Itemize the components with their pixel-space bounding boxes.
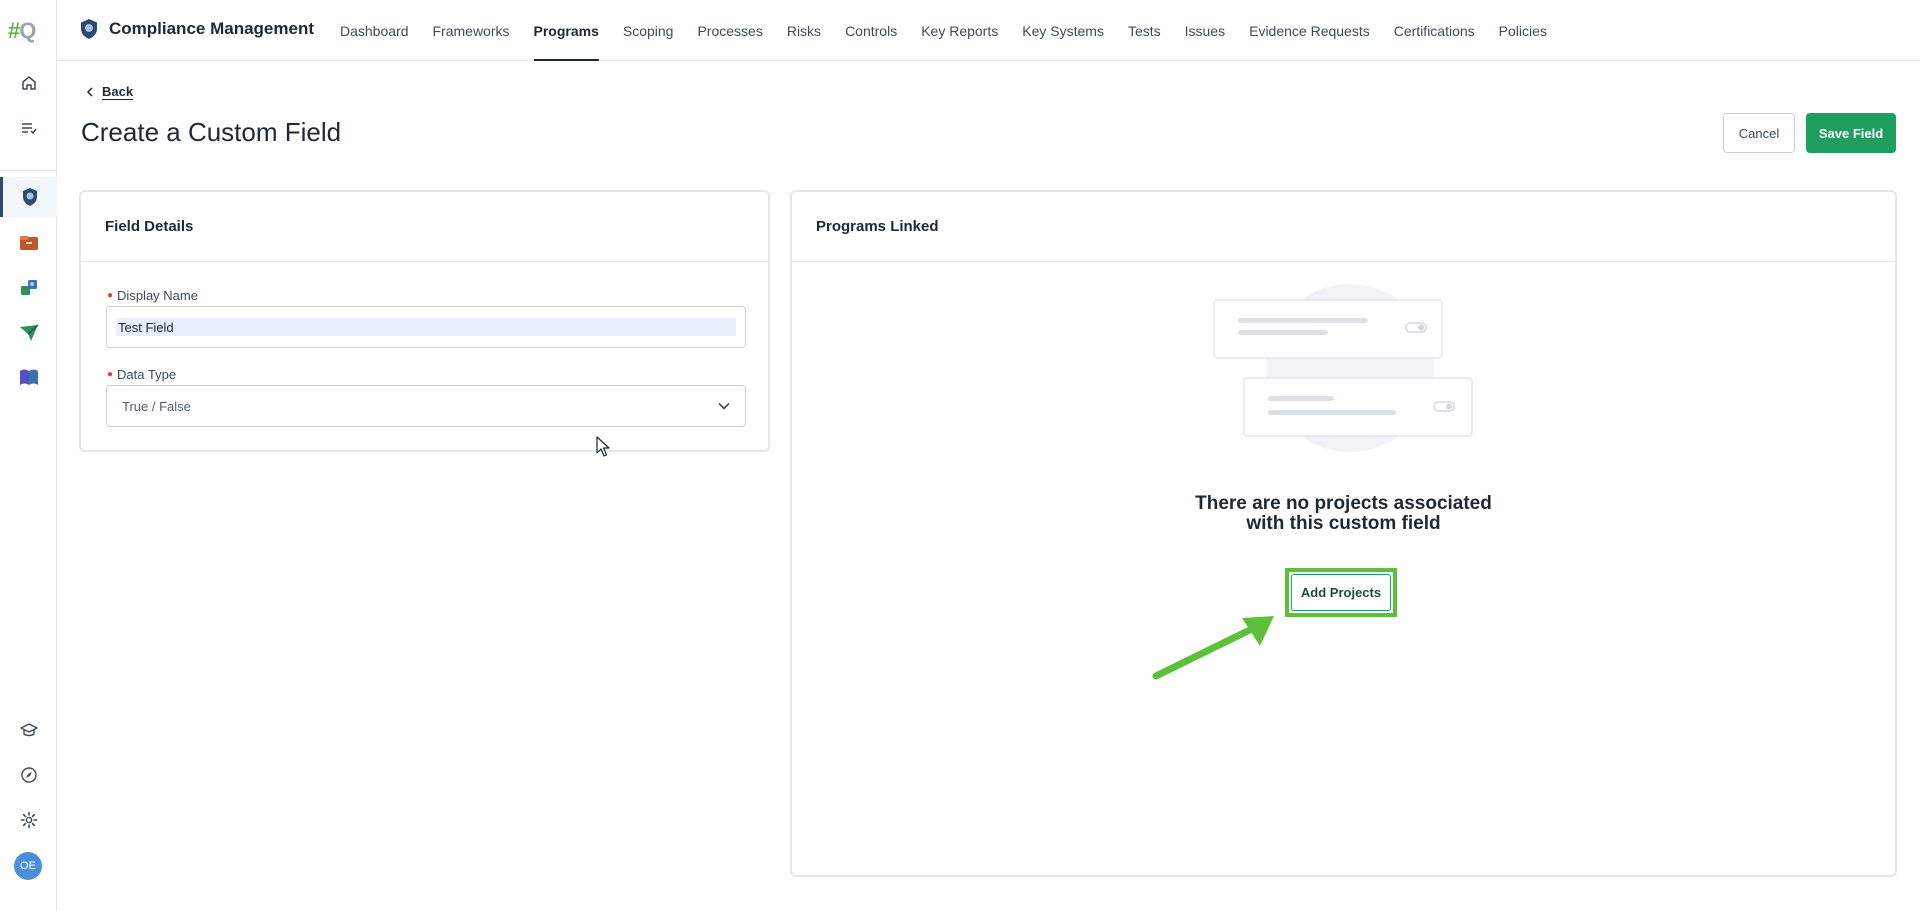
tab-controls[interactable]: Controls (833, 0, 909, 61)
tab-processes[interactable]: Processes (685, 0, 774, 61)
cancel-button[interactable]: Cancel (1723, 113, 1795, 153)
rail-divider (0, 170, 56, 171)
required-marker: ● (107, 290, 114, 301)
tab-key-reports[interactable]: Key Reports (909, 0, 1010, 61)
explore-nav-button[interactable] (0, 755, 57, 795)
graduation-cap-icon (19, 723, 38, 737)
tab-programs[interactable]: Programs (522, 0, 611, 61)
add-projects-highlight: Add Projects (1285, 568, 1397, 617)
gear-icon (20, 811, 37, 829)
programs-linked-card: Programs Linked There are no projects as… (790, 190, 1897, 877)
tab-evidence-requests[interactable]: Evidence Requests (1237, 0, 1382, 61)
user-avatar[interactable]: OE (14, 852, 42, 880)
app-title: Compliance Management (109, 19, 314, 38)
display-name-value: Test Field (116, 318, 736, 336)
folder-icon (19, 236, 38, 250)
learning-nav-button[interactable] (0, 710, 57, 750)
data-type-select[interactable]: True / False (106, 385, 746, 427)
book-icon (19, 369, 38, 385)
requests-nav-button[interactable] (0, 313, 57, 353)
paper-plane-icon (19, 324, 38, 341)
compliance-nav-button[interactable] (0, 177, 57, 217)
integrations-icon (20, 280, 37, 295)
chevron-down-icon (718, 402, 730, 410)
integrations-nav-button[interactable] (0, 268, 57, 308)
tab-dashboard[interactable]: Dashboard (328, 0, 421, 61)
compliance-badge-icon (81, 19, 97, 39)
mouse-cursor-icon (596, 436, 610, 457)
compass-icon (20, 767, 37, 783)
annotation-arrow-icon (1152, 616, 1274, 680)
back-link[interactable]: Back (86, 84, 134, 100)
app-logo[interactable]: #Q (8, 18, 36, 44)
empty-state-illustration (1213, 284, 1473, 452)
left-rail: #Q OE (0, 0, 57, 911)
chevron-left-icon (86, 87, 93, 97)
empty-state-message: There are no projects associated with th… (1195, 493, 1492, 534)
home-icon (21, 76, 36, 90)
data-type-value: True / False (122, 398, 191, 414)
field-details-heading: Field Details (81, 192, 768, 262)
required-marker: ● (107, 369, 114, 380)
data-type-label: ● Data Type (107, 367, 177, 382)
display-name-label: ● Display Name (107, 288, 198, 303)
page-title: Create a Custom Field (81, 117, 342, 147)
tab-tests[interactable]: Tests (1116, 0, 1173, 61)
folder-nav-button[interactable] (0, 223, 57, 263)
tab-certifications[interactable]: Certifications (1382, 0, 1487, 61)
policies-nav-button[interactable] (0, 357, 57, 397)
field-details-card: Field Details ● Display Name Test Field ●… (79, 190, 770, 452)
main-nav: Dashboard Frameworks Programs Scoping Pr… (328, 0, 1559, 61)
programs-linked-heading: Programs Linked (792, 192, 1895, 262)
compliance-badge-icon (23, 188, 37, 206)
top-bar: Compliance Management Dashboard Framewor… (57, 0, 1920, 61)
home-nav-button[interactable] (0, 63, 57, 103)
tab-key-systems[interactable]: Key Systems (1010, 0, 1116, 61)
brand: Compliance Management (79, 18, 314, 40)
task-list-icon (21, 123, 37, 135)
tab-issues[interactable]: Issues (1173, 0, 1237, 61)
tasks-nav-button[interactable] (0, 108, 57, 148)
save-field-button[interactable]: Save Field (1806, 113, 1896, 153)
tab-frameworks[interactable]: Frameworks (421, 0, 522, 61)
tab-risks[interactable]: Risks (775, 0, 833, 61)
tab-scoping[interactable]: Scoping (611, 0, 686, 61)
settings-nav-button[interactable] (0, 800, 57, 840)
tab-policies[interactable]: Policies (1487, 0, 1559, 61)
add-projects-button[interactable]: Add Projects (1291, 574, 1391, 611)
back-label: Back (102, 84, 134, 100)
display-name-input[interactable]: Test Field (106, 306, 746, 348)
